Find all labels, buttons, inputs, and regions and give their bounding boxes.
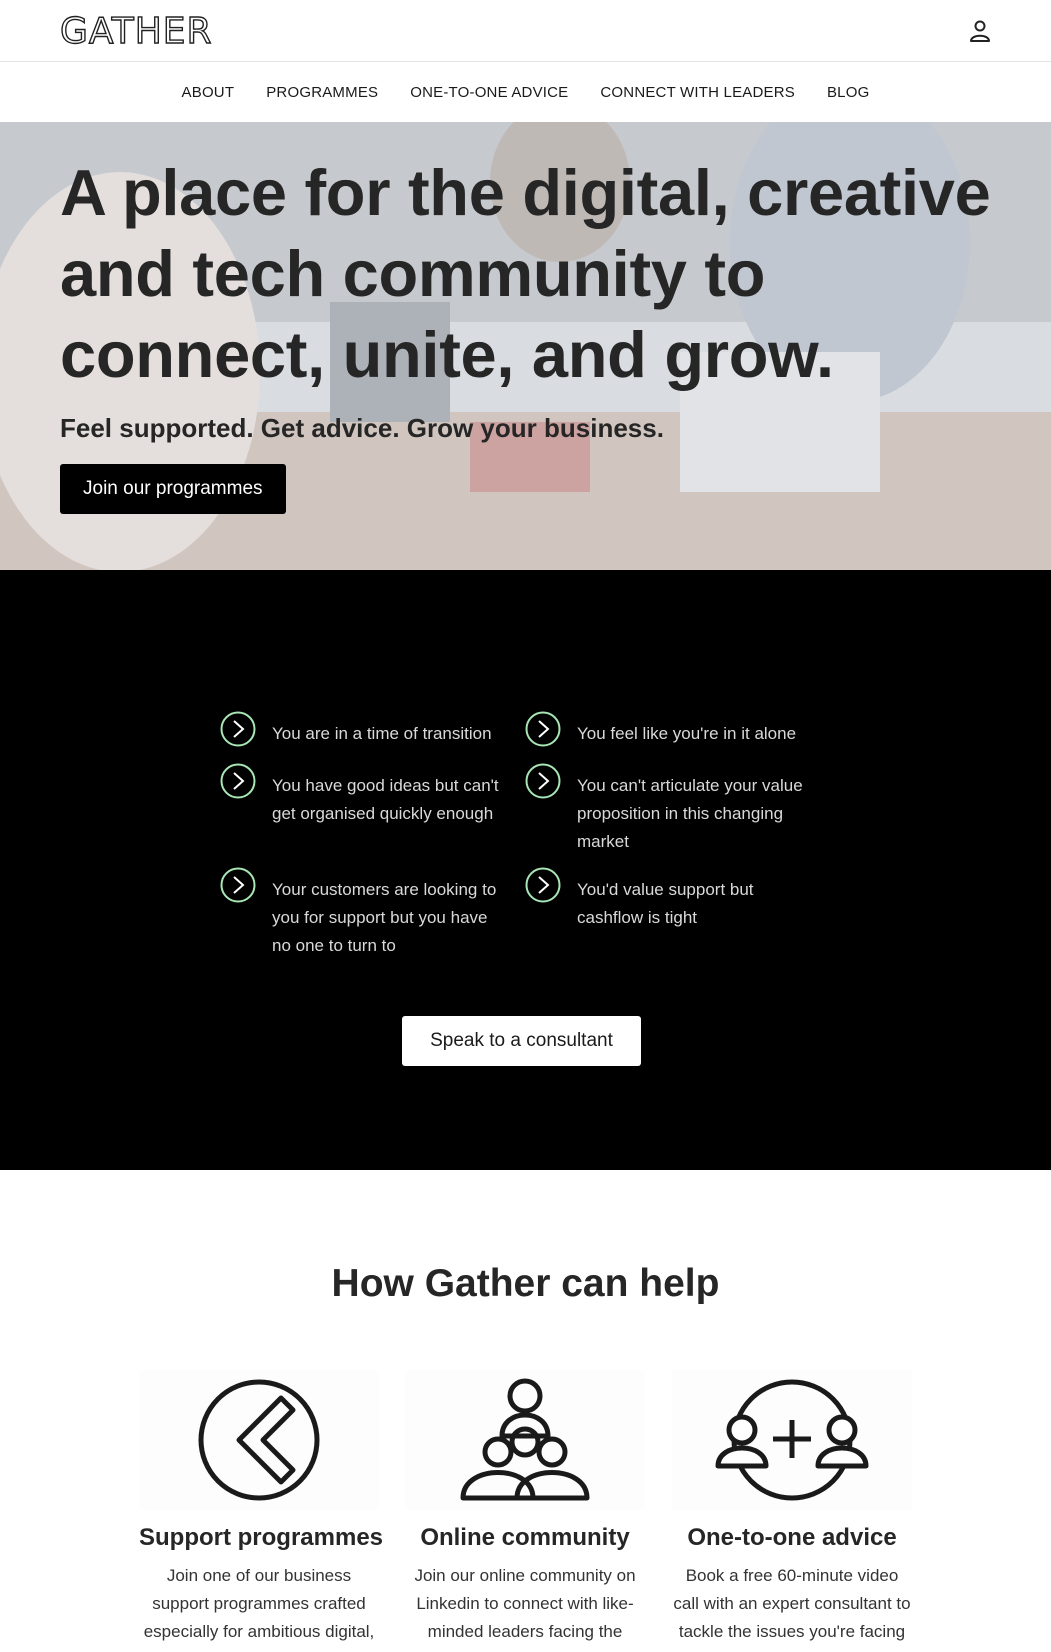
problem-item: You feel like you're in it alone (525, 711, 815, 748)
chevron-circle-icon (525, 763, 561, 799)
card-one-to-one-advice[interactable]: One-to-one advice Book a free 60-minute … (672, 1370, 912, 1646)
chevron-circle-icon (220, 711, 256, 747)
chevron-circle-icon (525, 711, 561, 747)
hero-content: A place for the digital, creative and te… (60, 152, 1000, 514)
logo-text: GATHER (60, 12, 213, 48)
chevron-circle-icon (220, 867, 256, 903)
user-account-icon[interactable] (967, 18, 993, 44)
nav-programmes[interactable]: PROGRAMMES (266, 84, 378, 101)
main-nav: ABOUT PROGRAMMES ONE-TO-ONE ADVICE CONNE… (0, 62, 1051, 122)
problem-text: You have good ideas but can't get organi… (272, 776, 499, 823)
problem-item: You can't articulate your value proposit… (525, 763, 815, 856)
join-programmes-button[interactable]: Join our programmes (60, 464, 286, 514)
help-section-title: How Gather can help (331, 1262, 720, 1305)
chevron-circle-icon (525, 867, 561, 903)
problem-text: You can't articulate your value proposit… (577, 776, 803, 851)
speak-to-consultant-button[interactable]: Speak to a consultant (402, 1016, 641, 1066)
card-title: One-to-one advice (687, 1524, 897, 1551)
card-text: Join our online community on Linkedin to… (414, 1566, 636, 1652)
problem-text: You'd value support but cashflow is tigh… (577, 880, 754, 927)
problem-text: Your customers are looking to you for su… (272, 880, 497, 955)
programmes-icon (198, 1379, 320, 1501)
nav-connect-with-leaders[interactable]: CONNECT WITH LEADERS (600, 84, 795, 101)
nav-one-to-one-advice[interactable]: ONE-TO-ONE ADVICE (410, 84, 568, 101)
top-bar: GATHER (0, 0, 1051, 62)
chevron-circle-icon (220, 763, 256, 799)
card-online-community[interactable]: Online community Join our online communi… (405, 1370, 645, 1652)
card-title: Online community (420, 1524, 630, 1551)
card-support-programmes[interactable]: Support programmes Join one of our busin… (139, 1370, 384, 1652)
problem-item: You are in a time of transition (220, 711, 510, 748)
problems-section: You are in a time of transition You feel… (0, 570, 1051, 1170)
gather-logo[interactable]: GATHER (60, 12, 220, 48)
hero-section: A place for the digital, creative and te… (0, 122, 1051, 570)
advice-icon (715, 1379, 869, 1501)
problem-item: You have good ideas but can't get organi… (220, 763, 510, 828)
community-icon (460, 1378, 590, 1501)
card-icon-wrap (405, 1370, 645, 1510)
card-title: Support programmes (139, 1524, 384, 1551)
problem-text: You feel like you're in it alone (577, 724, 797, 743)
card-icon-wrap (139, 1370, 379, 1510)
nav-blog[interactable]: BLOG (827, 84, 869, 101)
hero-title: A place for the digital, creative and te… (60, 156, 991, 391)
problem-text: You are in a time of transition (272, 724, 492, 743)
card-icon-wrap (672, 1370, 912, 1510)
card-text: Join one of our business support program… (143, 1566, 375, 1652)
problem-item: You'd value support but cashflow is tigh… (525, 867, 815, 932)
problem-item: Your customers are looking to you for su… (220, 867, 510, 960)
nav-about[interactable]: ABOUT (182, 84, 235, 101)
card-text: Book a free 60-minute video call with an… (673, 1566, 911, 1641)
hero-subtitle: Feel supported. Get advice. Grow your bu… (60, 413, 664, 443)
